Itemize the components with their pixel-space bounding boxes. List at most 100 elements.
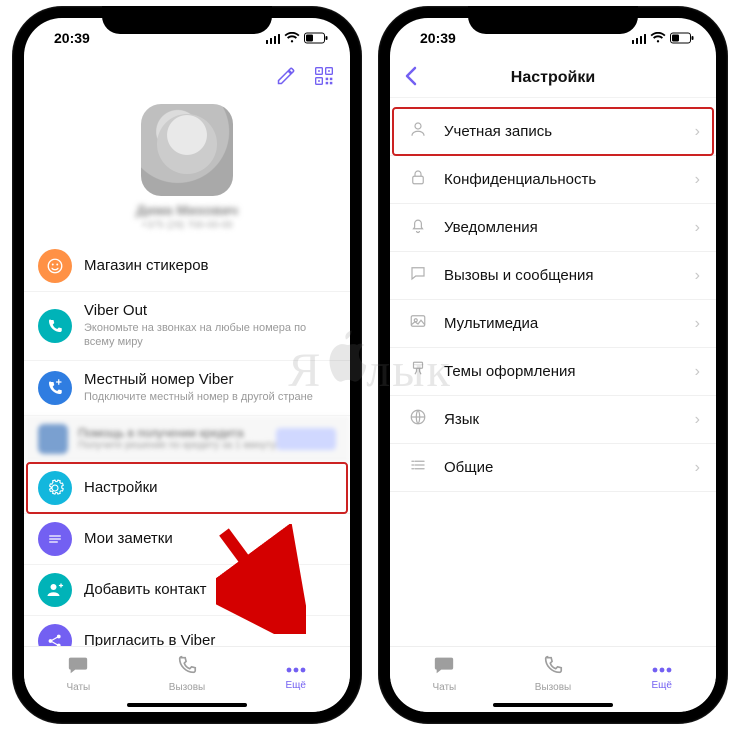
menu-settings[interactable]: Настройки [24, 463, 350, 514]
tab-label: Вызовы [535, 682, 571, 693]
chevron-right-icon: › [695, 315, 700, 333]
settings-media[interactable]: Мультимедиа › [390, 300, 716, 348]
more-icon [284, 656, 308, 678]
phone-out-icon [38, 309, 72, 343]
notch [102, 6, 272, 34]
screen-right: 20:39 Настройки Учетная запись › [390, 18, 716, 712]
ad-banner[interactable]: Помощь в получении кредита Получите реше… [24, 416, 350, 463]
avatar [141, 104, 233, 196]
tab-calls[interactable]: Вызовы [133, 647, 242, 700]
menu-local-number[interactable]: Местный номер Viber Подключите местный н… [24, 361, 350, 416]
cellular-icon [632, 33, 647, 44]
ad-icon [38, 424, 68, 454]
menu-invite[interactable]: Пригласить в Viber [24, 616, 350, 646]
menu-viber-out[interactable]: Viber Out Экономьте на звонках на любые … [24, 292, 350, 361]
profile-phone: +375 (29) 700-00-00 [24, 220, 350, 231]
add-contact-icon [38, 573, 72, 607]
chevron-right-icon: › [695, 363, 700, 381]
menu-stickers[interactable]: Магазин стикеров [24, 241, 350, 292]
settings-label: Темы оформления [444, 363, 695, 380]
ad-title: Помощь в получении кредита [78, 426, 276, 440]
back-button[interactable] [404, 66, 418, 90]
status-time: 20:39 [54, 30, 90, 46]
chevron-right-icon: › [695, 171, 700, 189]
settings-label: Конфиденциальность [444, 171, 695, 188]
tab-chats[interactable]: Чаты [390, 647, 499, 700]
phone-frame-left: 20:39 Дима Михович +375 (29) 700-00-00 [12, 6, 362, 724]
settings-label: Уведомления [444, 219, 695, 236]
chevron-right-icon: › [695, 219, 700, 237]
battery-icon [670, 32, 694, 44]
tab-label: Чаты [432, 682, 456, 693]
wifi-icon [650, 32, 666, 44]
cellular-icon [266, 33, 281, 44]
lock-icon [406, 168, 430, 191]
menu-label: Настройки [84, 479, 334, 497]
tab-label: Чаты [66, 682, 90, 693]
ad-open-button[interactable] [276, 428, 336, 450]
profile-block[interactable]: Дима Михович +375 (29) 700-00-00 [24, 98, 350, 241]
bell-icon [406, 216, 430, 239]
chat-icon [66, 654, 90, 680]
tab-label: Ещё [285, 680, 305, 691]
settings-label: Мультимедиа [444, 315, 695, 332]
menu-sub: Экономьте на звонках на любые номера по … [84, 321, 334, 350]
user-icon [406, 120, 430, 143]
settings-label: Вызовы и сообщения [444, 267, 695, 284]
settings-language[interactable]: Язык › [390, 396, 716, 444]
notch [468, 6, 638, 34]
gear-icon [38, 471, 72, 505]
menu-notes[interactable]: Мои заметки [24, 514, 350, 565]
chevron-right-icon: › [695, 459, 700, 477]
more-icon [650, 656, 674, 678]
tab-more[interactable]: Ещё [241, 647, 350, 700]
ad-sub: Получите решение по кредиту за 1 минуту [78, 440, 276, 451]
tab-chats[interactable]: Чаты [24, 647, 133, 700]
image-icon [406, 312, 430, 335]
page-title: Настройки [511, 69, 595, 87]
settings-themes[interactable]: Темы оформления › [390, 348, 716, 396]
qr-icon[interactable] [314, 66, 334, 86]
status-indicators [632, 32, 695, 44]
settings-notifications[interactable]: Уведомления › [390, 204, 716, 252]
menu-label: Местный номер Viber [84, 371, 334, 389]
settings-label: Язык [444, 411, 695, 428]
chevron-right-icon: › [695, 411, 700, 429]
settings-list: Учетная запись › Конфиденциальность › Ув… [390, 98, 716, 646]
menu-label: Мои заметки [84, 530, 334, 548]
notes-icon [38, 522, 72, 556]
tab-calls[interactable]: Вызовы [499, 647, 608, 700]
home-indicator [493, 703, 613, 707]
settings-general[interactable]: Общие › [390, 444, 716, 492]
menu-add-contact[interactable]: Добавить контакт [24, 565, 350, 616]
settings-privacy[interactable]: Конфиденциальность › [390, 156, 716, 204]
battery-icon [304, 32, 328, 44]
tab-label: Ещё [651, 680, 671, 691]
menu-sub: Подключите местный номер в другой стране [84, 390, 334, 404]
more-content: Дима Михович +375 (29) 700-00-00 Магазин… [24, 98, 350, 646]
menu-label: Пригласить в Viber [84, 632, 334, 646]
edit-icon[interactable] [276, 66, 296, 86]
settings-header: Настройки [390, 58, 716, 98]
menu-label: Добавить контакт [84, 581, 334, 599]
wifi-icon [284, 32, 300, 44]
phone-icon [542, 654, 564, 680]
profile-name: Дима Михович [24, 202, 350, 218]
status-indicators [266, 32, 329, 44]
brush-icon [406, 360, 430, 383]
phone-icon [176, 654, 198, 680]
status-time: 20:39 [420, 30, 456, 46]
chevron-right-icon: › [695, 123, 700, 141]
chat-icon [432, 654, 456, 680]
menu-label: Viber Out [84, 302, 334, 320]
settings-label: Общие [444, 459, 695, 476]
tab-more[interactable]: Ещё [607, 647, 716, 700]
settings-calls-messages[interactable]: Вызовы и сообщения › [390, 252, 716, 300]
header-actions [276, 66, 334, 86]
screen-left: 20:39 Дима Михович +375 (29) 700-00-00 [24, 18, 350, 712]
settings-account[interactable]: Учетная запись › [390, 108, 716, 156]
home-indicator [127, 703, 247, 707]
share-icon [38, 624, 72, 646]
local-number-icon [38, 371, 72, 405]
more-header [24, 58, 350, 98]
